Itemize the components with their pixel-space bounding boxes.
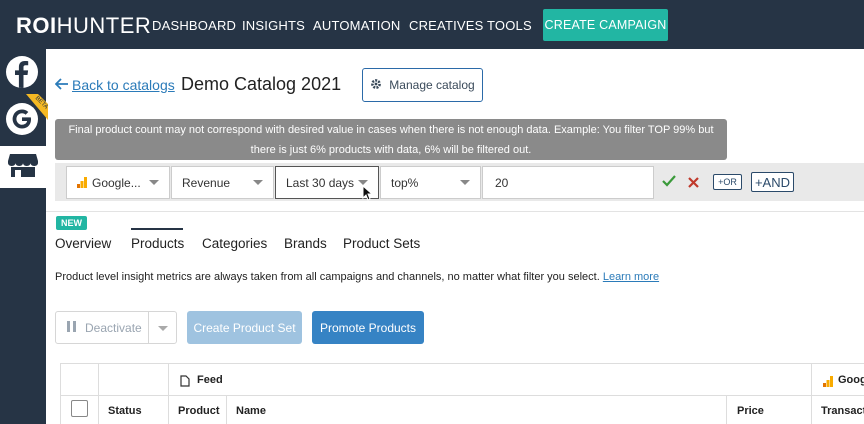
create-campaign-button[interactable]: CREATE CAMPAIGN — [543, 9, 668, 41]
nav-dashboard[interactable]: DASHBOARD — [152, 18, 236, 33]
back-link-label: Back to catalogs — [72, 77, 175, 93]
column-divider — [726, 396, 727, 424]
source-select[interactable]: Google... — [66, 166, 170, 199]
column-divider — [168, 364, 169, 424]
facebook-icon — [6, 56, 38, 88]
document-icon — [180, 374, 190, 392]
tooltip-line-2: there is just 6% products with data, 6% … — [250, 144, 532, 156]
create-product-set-button[interactable]: Create Product Set — [187, 311, 302, 344]
nav-creatives[interactable]: CREATIVES — [409, 18, 484, 33]
tooltip-line-1: Final product count may not correspond w… — [68, 124, 714, 136]
column-transactions[interactable]: Transacti — [821, 405, 864, 417]
operator-select[interactable]: top% — [380, 166, 481, 199]
metric-select[interactable]: Revenue — [171, 166, 274, 199]
section-divider — [46, 211, 864, 212]
facebook-platform-button[interactable] — [4, 54, 40, 90]
beta-ribbon: BETA — [26, 94, 49, 124]
chevron-down-icon — [149, 180, 159, 185]
nav-automation[interactable]: AUTOMATION — [313, 18, 400, 33]
column-name[interactable]: Name — [236, 405, 266, 417]
deactivate-button[interactable]: Deactivate — [55, 311, 149, 344]
tab-brands[interactable]: Brands — [284, 236, 327, 251]
column-price[interactable]: Price — [737, 405, 764, 417]
store-icon — [8, 152, 38, 183]
tab-overview[interactable]: Overview — [55, 236, 111, 251]
filter-value-input[interactable]: 20 — [482, 166, 654, 199]
column-divider — [98, 364, 99, 424]
column-status[interactable]: Status — [108, 405, 142, 417]
top-navigation: ROIHUNTER DASHBOARD INSIGHTS AUTOMATION … — [0, 0, 864, 49]
tab-products[interactable]: Products — [131, 236, 184, 251]
products-table: Feed Goog Status Product Name Price Tran… — [60, 363, 864, 424]
back-to-catalogs-link[interactable]: Back to catalogs — [54, 77, 175, 93]
operator-select-value: top% — [391, 175, 419, 190]
arrow-left-icon — [54, 77, 68, 93]
close-icon[interactable] — [688, 175, 699, 193]
column-divider — [811, 364, 812, 424]
deactivate-dropdown-button[interactable] — [148, 311, 177, 344]
metric-select-value: Revenue — [182, 175, 231, 190]
pause-icon — [67, 320, 76, 335]
nav-tools[interactable]: TOOLS — [487, 18, 532, 33]
google-group-header: Goog — [838, 374, 864, 386]
catalog-title: Demo Catalog 2021 — [181, 74, 342, 94]
filter-value: 20 — [495, 175, 509, 190]
filter-tooltip: Final product count may not correspond w… — [55, 119, 727, 160]
learn-more-link[interactable]: Learn more — [603, 271, 659, 283]
column-product[interactable]: Product — [178, 405, 220, 417]
add-and-button[interactable]: +AND — [751, 172, 794, 192]
active-tab-indicator — [131, 228, 183, 230]
nav-insights[interactable]: INSIGHTS — [242, 18, 305, 33]
gear-icon — [370, 78, 382, 93]
google-analytics-icon — [77, 177, 87, 188]
select-all-checkbox[interactable] — [71, 400, 88, 417]
add-or-button[interactable]: +OR — [713, 174, 742, 190]
chevron-down-icon — [460, 180, 470, 185]
deactivate-label: Deactivate — [85, 320, 142, 335]
column-divider — [226, 396, 227, 424]
chevron-down-icon — [253, 180, 263, 185]
manage-catalog-button[interactable]: Manage catalog — [362, 68, 483, 102]
catalog-store-button[interactable] — [0, 146, 46, 188]
source-select-value: Google... — [92, 175, 141, 190]
new-badge: NEW — [56, 216, 87, 230]
tab-product-sets[interactable]: Product Sets — [343, 236, 420, 251]
feed-group-header: Feed — [197, 374, 223, 386]
roihunter-logo[interactable]: ROIHUNTER — [16, 13, 151, 39]
info-text-body: Product level insight metrics are always… — [55, 271, 600, 283]
promote-products-button[interactable]: Promote Products — [312, 311, 424, 344]
tab-categories[interactable]: Categories — [202, 236, 267, 251]
insight-info-text: Product level insight metrics are always… — [55, 271, 659, 283]
check-icon[interactable] — [662, 174, 676, 192]
mouse-pointer-icon — [362, 184, 374, 206]
manage-catalog-label: Manage catalog — [389, 78, 475, 92]
period-select-value: Last 30 days — [286, 175, 355, 190]
google-analytics-icon — [823, 374, 833, 392]
